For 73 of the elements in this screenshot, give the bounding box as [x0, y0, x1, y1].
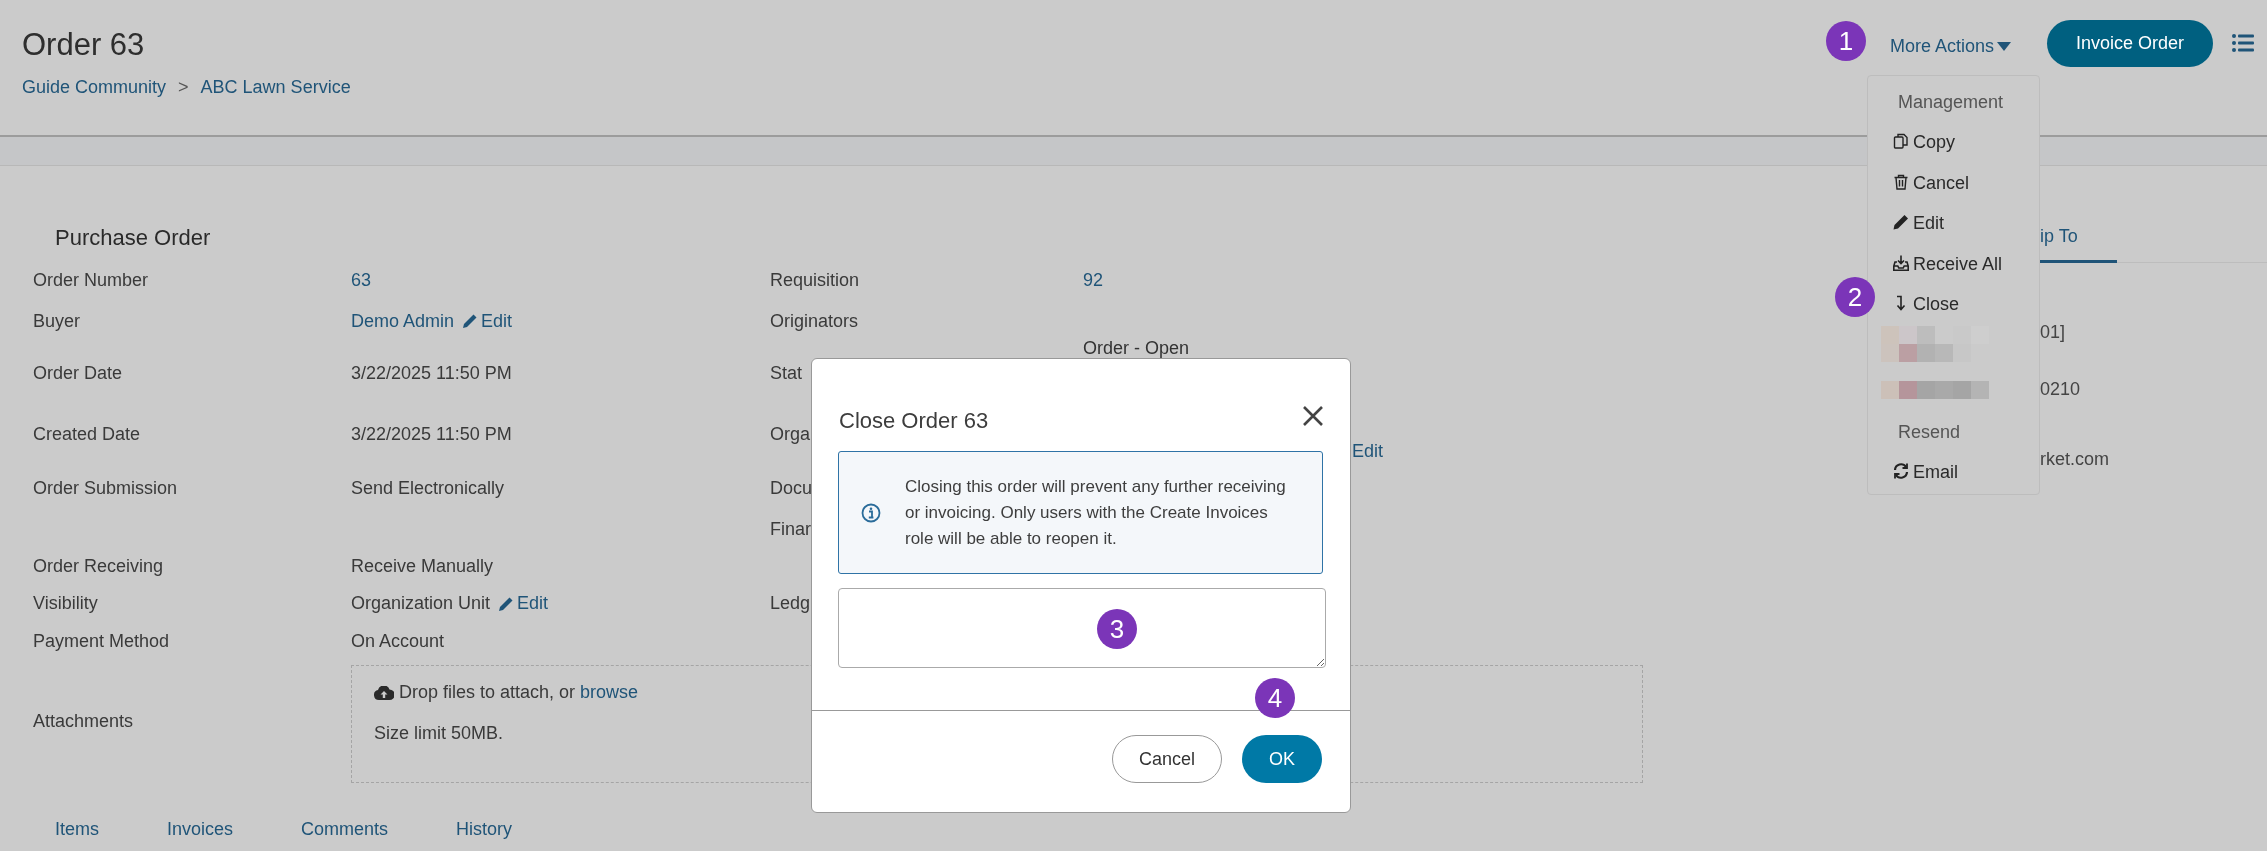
field-link[interactable]: 63 [351, 270, 372, 291]
pencil-icon [498, 595, 515, 612]
field-label: Stat [770, 362, 803, 384]
address-text: 0210 [2040, 379, 2082, 400]
menu-item[interactable]: Copy [1893, 129, 1956, 155]
field-label: Visibility [33, 593, 99, 614]
field-label: Buyer [33, 310, 82, 332]
field-label: Created Date [33, 423, 142, 445]
menu-item[interactable]: Close [1893, 291, 1960, 317]
browse-link[interactable]: browse [580, 682, 639, 702]
step-number-badge: 2 [1835, 277, 1875, 317]
field-label: Finar [770, 519, 811, 540]
field-value: Order - Open [1083, 338, 1190, 358]
copy-icon [1893, 133, 1909, 149]
edit-link[interactable]: Edit [1352, 440, 1384, 461]
caret-icon [1997, 41, 2011, 51]
field-label: Docu [770, 477, 813, 499]
field-label: Requisition [770, 270, 860, 291]
download-tray-icon [1893, 254, 1909, 271]
comment-field[interactable] [838, 588, 1326, 668]
more-actions-dropdown[interactable]: More Actions [1889, 35, 2011, 57]
field-value: 3/22/2025 11:50 PM [351, 423, 512, 445]
cloud-upload-icon [374, 685, 394, 700]
field-label: Order Receiving [33, 556, 165, 577]
drop-instructions: Drop files to attach, or browse [399, 682, 639, 703]
field-value: 3/22/2025 11:50 PM [351, 362, 512, 384]
tab[interactable]: Invoices [167, 819, 234, 840]
tab[interactable]: History [456, 819, 513, 840]
field-value: On Account [351, 630, 445, 652]
refresh-icon [1893, 462, 1909, 479]
field-label: Order Submission [33, 477, 179, 499]
menu-item[interactable]: Receive All [1893, 250, 2003, 277]
field-value: Organization Unit [351, 593, 491, 614]
address-text: rket.com [2040, 449, 2110, 470]
invoice-order-button[interactable]: Invoice Order [2047, 19, 2213, 67]
page-title: Order 63 [22, 26, 146, 64]
tab[interactable]: Items [55, 819, 99, 840]
step-number-badge: 1 [1826, 21, 1866, 61]
dialog-title: Close Order 63 [839, 408, 989, 434]
breadcrumb-link[interactable]: Guide Community [22, 77, 167, 98]
breadcrumb-separator: > [178, 77, 189, 98]
pencil-icon [1893, 214, 1909, 230]
tab[interactable]: Comments [301, 819, 389, 840]
menu-group-header: Management [1898, 91, 2004, 114]
field-label: Payment Method [33, 630, 171, 652]
edit-link[interactable]: Edit [462, 310, 513, 332]
section-title: Purchase Order [55, 224, 212, 252]
info-icon [861, 502, 881, 523]
field-value: Send Electronically [351, 477, 505, 499]
field-link[interactable]: 92 [1083, 270, 1104, 290]
menu-group-header: Resend [1898, 420, 1961, 444]
list-icon[interactable] [2232, 34, 2254, 52]
address-text: 01] [2040, 322, 2067, 343]
info-message: Closing this order will prevent any further receiving or invoicing. Only users with the Create Invoices role will be able to reopen it. [905, 475, 1287, 550]
size-limit-note: Size limit 50MB. [374, 723, 505, 744]
menu-item[interactable]: Email [1893, 458, 1958, 485]
field-link[interactable]: Demo Admin [351, 310, 455, 332]
menu-item[interactable]: Cancel [1893, 169, 1970, 196]
field-label: Order Date [33, 362, 124, 384]
cancel-button[interactable]: Cancel [1112, 735, 1222, 783]
field-label: Orga [770, 423, 811, 445]
field-label: Order Number [33, 270, 150, 291]
edit-link[interactable]: Edit [498, 593, 549, 614]
close-icon[interactable] [1303, 406, 1323, 426]
breadcrumb-link[interactable]: ABC Lawn Service [200, 77, 351, 98]
field-label: Originators [770, 310, 859, 332]
menu-item[interactable]: Edit [1893, 210, 1945, 236]
field-label: Ledg [770, 593, 811, 614]
field-value: Receive Manually [351, 556, 494, 577]
field-label: Attachments [33, 711, 135, 732]
ok-button[interactable]: OK [1242, 735, 1322, 783]
pencil-icon [462, 313, 479, 329]
trash-icon [1893, 173, 1909, 190]
